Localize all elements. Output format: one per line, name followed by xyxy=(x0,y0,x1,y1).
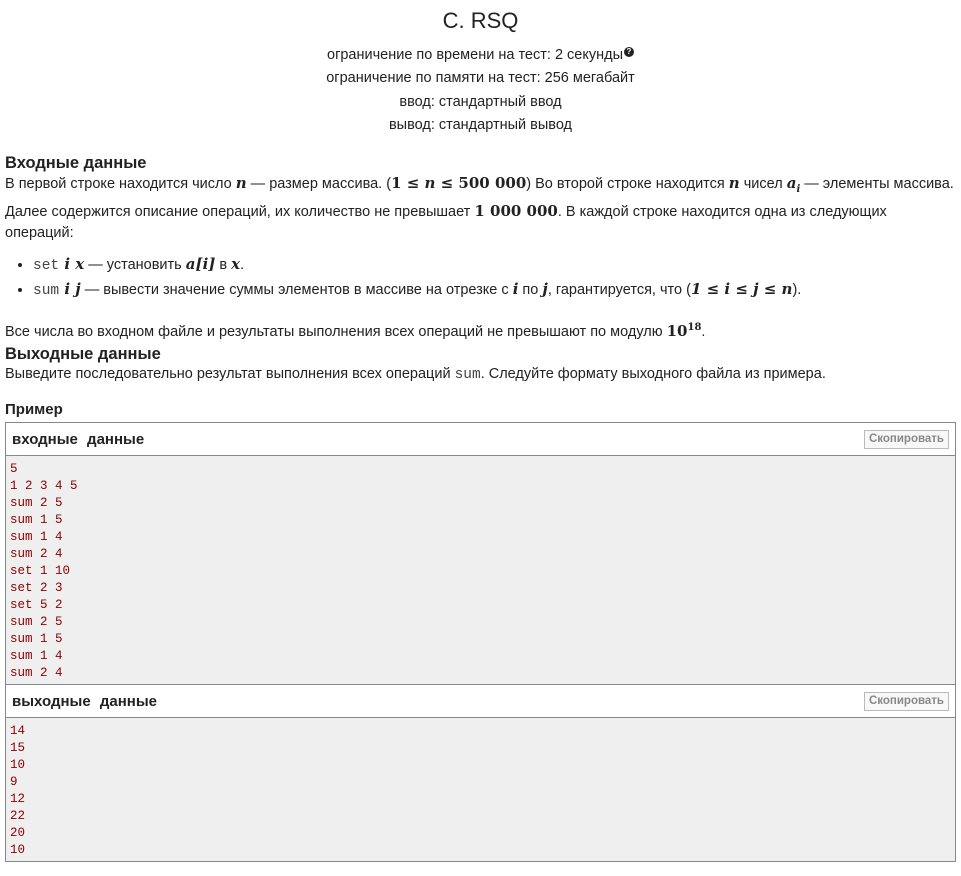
math-args: i x xyxy=(59,254,85,273)
text-run: Выведите последовательно результат выпол… xyxy=(5,365,455,382)
code-sum: sum xyxy=(454,366,481,383)
text-run: В первой строке находится число xyxy=(5,176,236,193)
time-limit-text: ограничение по времени на тест: 2 секунд… xyxy=(327,47,623,63)
input-line: sum 2 4 xyxy=(10,547,63,562)
input-line: sum 1 4 xyxy=(10,530,63,545)
math-x: x xyxy=(231,254,241,273)
problem-limits: ограничение по времени на тест: 2 секунд… xyxy=(0,44,961,137)
output-line: 10 xyxy=(10,843,26,858)
text-run: . xyxy=(701,323,706,340)
text-run: . Следуйте формату выходного файла из пр… xyxy=(480,365,826,382)
list-item: sum i j — вывести значение суммы элемент… xyxy=(33,278,956,303)
input-line: sum 2 4 xyxy=(10,666,63,681)
problem-title: C. RSQ xyxy=(442,8,519,33)
math-n: n xyxy=(728,174,740,193)
copy-output-button[interactable]: Скопировать xyxy=(863,691,949,711)
input-spec: ввод: стандартный ввод xyxy=(399,93,562,110)
text-run: в xyxy=(215,256,232,273)
math-ineq: ≤ 500 000 xyxy=(435,174,527,193)
time-limit: ограничение по времени на тест: 2 секунд… xyxy=(0,44,961,67)
sample-tests: входные данные Скопировать 5 1 2 3 4 5 sum… xyxy=(5,422,956,863)
input-line: sum 1 4 xyxy=(10,649,63,664)
input-description: В первой строке находится число n — разм… xyxy=(5,173,956,244)
text-run: — вывести значение суммы элементов в мас… xyxy=(80,281,513,298)
input-line: set 2 3 xyxy=(10,581,63,596)
code-set: set xyxy=(33,257,60,274)
bound-description: Все числа во входном файле и результаты … xyxy=(5,317,956,343)
text-run: . xyxy=(240,256,245,273)
math-expr: a[i] xyxy=(185,254,216,273)
math-base: 10 xyxy=(666,321,688,340)
input-line: sum 2 5 xyxy=(10,615,63,630)
statement: Входные данные В первой строке находится… xyxy=(0,153,961,863)
text-run: по xyxy=(518,281,543,298)
sample-input-header: входные данные Скопировать xyxy=(6,423,955,457)
operations-list: set i x — установить a[i] в x. sum i j —… xyxy=(5,253,956,303)
output-line: 12 xyxy=(10,792,26,807)
text-run: чисел xyxy=(739,176,787,193)
sample-input: 5 1 2 3 4 5 sum 2 5 sum 1 5 sum 1 4 sum 2 4 se… xyxy=(6,456,955,685)
math-n: n xyxy=(424,174,436,193)
output-heading: Выходные данные xyxy=(5,344,161,363)
math-a: a xyxy=(786,174,797,193)
math-ineq: 1 ≤ i ≤ j ≤ n xyxy=(690,279,793,298)
math-ineq: 1 ≤ xyxy=(391,174,425,193)
input-line: 5 xyxy=(10,462,18,477)
input-heading: Входные данные xyxy=(5,154,147,173)
question-icon[interactable]: ? xyxy=(624,47,634,57)
sample-output: 14 15 10 9 12 22 20 10 xyxy=(6,718,955,862)
sample-output-title: выходные данные xyxy=(12,692,158,710)
text-run: — установить xyxy=(84,256,186,273)
input-line: sum 2 5 xyxy=(10,496,63,511)
math-args: i j xyxy=(59,279,81,298)
output-line: 14 xyxy=(10,724,26,739)
math-max: 1 000 000 xyxy=(474,201,558,220)
text-run: ) Во второй строке находится xyxy=(526,176,729,193)
example-heading: Пример xyxy=(5,401,63,419)
math-n: n xyxy=(235,174,247,193)
problem-page: C. RSQ ограничение по времени на тест: 2… xyxy=(0,8,961,876)
output-line: 9 xyxy=(10,775,18,790)
output-line: 15 xyxy=(10,741,26,756)
input-line: set 1 10 xyxy=(10,564,71,579)
memory-limit: ограничение по памяти на тест: 256 мегаб… xyxy=(326,70,635,87)
output-spec: вывод: стандартный вывод xyxy=(388,116,573,133)
output-line: 10 xyxy=(10,758,26,773)
text-run: , гарантируется, что ( xyxy=(547,281,691,298)
text-run: ). xyxy=(792,281,802,298)
text-run: — размер массива. ( xyxy=(246,176,392,193)
input-line: sum 1 5 xyxy=(10,513,63,528)
sample-output-header: выходные данные Скопировать xyxy=(6,685,955,719)
output-description: Выведите последовательно результат выпол… xyxy=(5,364,956,387)
sample-input-title: входные данные xyxy=(12,430,145,448)
input-line: sum 1 5 xyxy=(10,632,63,647)
input-line: 1 2 3 4 5 xyxy=(10,479,78,494)
list-item: set i x — установить a[i] в x. xyxy=(33,253,956,278)
output-line: 20 xyxy=(10,826,26,841)
code-sum: sum xyxy=(33,282,60,299)
math-exponent: 18 xyxy=(687,321,702,333)
input-line: set 5 2 xyxy=(10,598,63,613)
output-line: 22 xyxy=(10,809,26,824)
copy-input-button[interactable]: Скопировать xyxy=(863,429,949,449)
text-run: Все числа во входном файле и результаты … xyxy=(5,323,667,340)
